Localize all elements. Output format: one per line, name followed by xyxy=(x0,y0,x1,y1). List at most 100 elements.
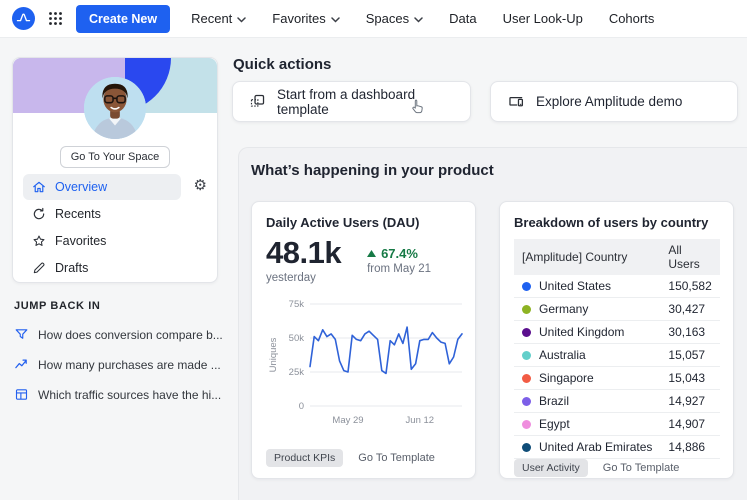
country-name: United States xyxy=(539,279,612,293)
country-value: 15,043 xyxy=(660,366,720,390)
navbar-links: Recent Favorites Spaces Data User Look-U… xyxy=(191,11,654,26)
quick-action-label: Explore Amplitude demo xyxy=(536,94,683,109)
country-table-body: United States 150,582 Germany 30,427 Uni… xyxy=(514,275,720,459)
chevron-down-icon xyxy=(414,16,423,23)
country-dot xyxy=(522,374,531,383)
table-row: Egypt 14,907 xyxy=(514,412,720,436)
line-chart-icon xyxy=(14,357,29,372)
country-breakdown-card: Breakdown of users by country [Amplitude… xyxy=(499,201,734,479)
country-name: United Arab Emirates xyxy=(539,440,653,454)
country-value: 30,163 xyxy=(660,320,720,344)
table-row: Brazil 14,927 xyxy=(514,389,720,413)
nav-item-label: Recent xyxy=(191,11,233,26)
country-name: Germany xyxy=(539,302,589,316)
dau-delta: 67.4% xyxy=(381,246,418,261)
sidebar-item-label: Favorites xyxy=(55,234,107,248)
profile-card: Go To Your Space Overview Recents Favori… xyxy=(12,57,218,283)
nav-item-cohorts[interactable]: Cohorts xyxy=(609,11,655,26)
chevron-down-icon xyxy=(237,16,247,23)
country-name: Brazil xyxy=(539,394,570,408)
dau-delta-caption: from May 21 xyxy=(367,263,431,275)
svg-text:50k: 50k xyxy=(289,333,305,344)
country-dot xyxy=(522,443,531,452)
funnel-icon xyxy=(14,327,29,342)
country-value: 14,886 xyxy=(660,435,720,459)
sidebar-item-label: Drafts xyxy=(55,261,89,275)
dau-chart-wrap: 75k 50k 25k 0 Uniques May 29 Jun 12 xyxy=(266,294,463,427)
devices-icon xyxy=(507,93,525,110)
country-dot xyxy=(522,420,531,429)
dau-value-caption: yesterday xyxy=(266,271,316,284)
go-to-template-link[interactable]: Go To Template xyxy=(358,452,435,464)
nav-item-user-lookup[interactable]: User Look-Up xyxy=(503,11,583,26)
nav-item-label: Cohorts xyxy=(608,11,655,26)
table-row: Singapore 15,043 xyxy=(514,366,720,390)
country-value: 15,057 xyxy=(660,343,720,367)
nav-item-favorites[interactable]: Favorites xyxy=(272,11,340,26)
user-activity-badge[interactable]: User Activity xyxy=(514,459,588,477)
dau-card-title: Daily Active Users (DAU) xyxy=(266,215,420,230)
country-name: United Kingdom xyxy=(539,325,625,339)
table-row: United Kingdom 30,163 xyxy=(514,320,720,344)
sidebar-nav: Overview Recents Favorites Drafts ⚙ xyxy=(23,174,209,282)
country-table-header-row: [Amplitude] Country All Users xyxy=(514,239,720,275)
country-name: Singapore xyxy=(539,371,594,385)
history-icon xyxy=(32,207,46,221)
nav-item-spaces[interactable]: Spaces xyxy=(366,11,423,26)
jump-item-label: How does conversion compare b... xyxy=(38,327,223,342)
svg-text:0: 0 xyxy=(299,401,304,412)
nav-item-recent[interactable]: Recent xyxy=(191,11,247,26)
quick-action-label: Start from a dashboard template xyxy=(277,86,416,117)
go-to-your-space-button[interactable]: Go To Your Space xyxy=(59,146,171,168)
table-row: United States 150,582 xyxy=(514,275,720,298)
jump-item-traffic-sources[interactable]: Which traffic sources have the hi... xyxy=(14,387,226,402)
jump-item-label: How many purchases are made ... xyxy=(38,357,221,372)
dashboard-template-icon xyxy=(249,93,266,110)
gear-icon[interactable]: ⚙ xyxy=(194,178,207,193)
dau-value: 48.1k xyxy=(266,235,342,270)
country-name: Egypt xyxy=(539,417,570,431)
dau-card: Daily Active Users (DAU) 48.1k yesterday… xyxy=(251,201,476,479)
jump-back-in-section: JUMP BACK IN How does conversion compare… xyxy=(14,300,226,402)
country-dot xyxy=(522,351,531,360)
sidebar-item-recents[interactable]: Recents xyxy=(23,201,181,227)
jump-back-in-title: JUMP BACK IN xyxy=(14,300,101,312)
start-from-dashboard-template-card[interactable]: Start from a dashboard template xyxy=(232,81,471,122)
go-to-template-link[interactable]: Go To Template xyxy=(603,462,680,474)
triangle-up-icon xyxy=(367,250,377,257)
dau-chart: 75k 50k 25k 0 Uniques May 29 Jun 12 xyxy=(268,299,463,426)
country-dot xyxy=(522,328,531,337)
svg-text:May 29: May 29 xyxy=(332,415,363,426)
home-icon xyxy=(32,180,46,194)
product-kpis-badge[interactable]: Product KPIs xyxy=(266,449,344,467)
top-navbar: Create New Recent Favorites Spaces Data … xyxy=(0,0,747,38)
nav-item-label: Spaces xyxy=(365,11,410,26)
country-dot xyxy=(522,397,531,406)
country-dot xyxy=(522,305,531,314)
jump-item-purchases[interactable]: How many purchases are made ... xyxy=(14,357,226,372)
chevron-down-icon xyxy=(331,16,340,23)
amplitude-logo-icon[interactable] xyxy=(12,7,35,30)
country-name: Australia xyxy=(539,348,586,362)
sidebar-item-label: Recents xyxy=(55,207,101,221)
jump-item-conversion[interactable]: How does conversion compare b... xyxy=(14,327,226,342)
country-value: 14,907 xyxy=(660,412,720,436)
explore-amplitude-demo-card[interactable]: Explore Amplitude demo xyxy=(490,81,738,122)
jump-item-label: Which traffic sources have the hi... xyxy=(38,387,222,402)
avatar xyxy=(84,77,146,139)
create-new-button[interactable]: Create New xyxy=(76,4,171,33)
quick-actions-title: Quick actions xyxy=(233,56,332,73)
sidebar-item-favorites[interactable]: Favorites xyxy=(23,228,181,254)
apps-grid-icon[interactable] xyxy=(48,11,63,26)
country-value: 14,927 xyxy=(660,389,720,413)
product-panel: What’s happening in your product Daily A… xyxy=(238,147,747,500)
nav-item-data[interactable]: Data xyxy=(449,11,476,26)
nav-item-label: Data xyxy=(449,11,477,26)
sidebar-item-drafts[interactable]: Drafts xyxy=(23,255,181,281)
nav-item-label: Favorites xyxy=(272,11,326,26)
svg-text:Uniques: Uniques xyxy=(268,337,279,372)
country-column-header: [Amplitude] Country xyxy=(514,239,661,275)
sidebar-item-overview[interactable]: Overview xyxy=(23,174,181,200)
country-value: 150,582 xyxy=(660,275,720,298)
star-icon xyxy=(32,234,46,248)
